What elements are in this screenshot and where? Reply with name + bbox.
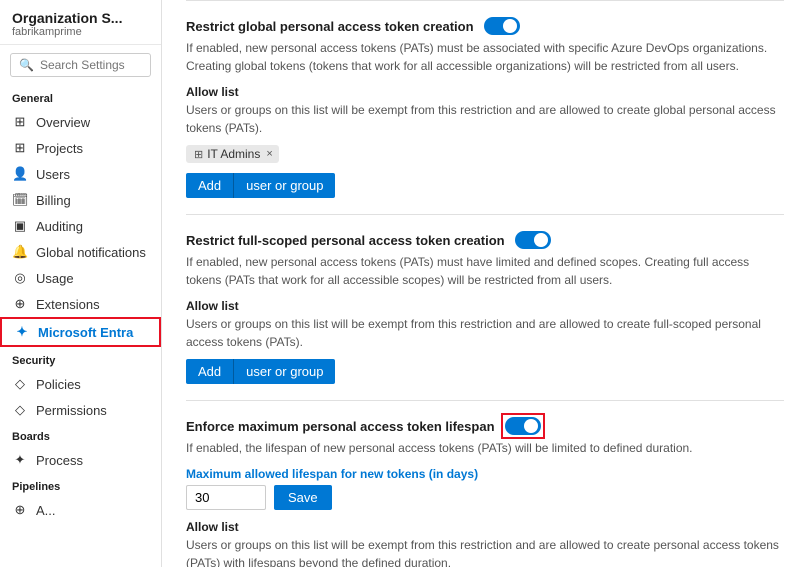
billing-icon: 🗓 [12, 192, 28, 208]
sidebar-item-auditing[interactable]: ▣ Auditing [0, 213, 161, 239]
section-title-enforce-max-lifespan: Enforce maximum personal access token li… [186, 417, 784, 435]
microsoft-entra-label: Microsoft Entra [38, 325, 133, 340]
process-icon: ✦ [12, 452, 28, 468]
sidebar-item-global-notifications[interactable]: 🔔 Global notifications [0, 239, 161, 265]
section-title-text-enforce-max-lifespan: Enforce maximum personal access token li… [186, 419, 495, 434]
add-btn-row-restrict-full-scoped-pat: Adduser or group [186, 359, 784, 384]
tag-it-admins: ⊞ IT Admins × [186, 145, 279, 163]
sidebar-item-billing[interactable]: 🗓 Billing [0, 187, 161, 213]
permissions-icon: ◇ [12, 402, 28, 418]
projects-label: Projects [36, 141, 83, 156]
allow-list-desc-restrict-global-pat: Users or groups on this list will be exe… [186, 101, 784, 137]
microsoft-entra-icon: ✦ [14, 324, 30, 340]
auditing-label: Auditing [36, 219, 83, 234]
add-button-restrict-full-scoped-pat[interactable]: Add [186, 359, 233, 384]
sidebar-item-usage[interactable]: ◎ Usage [0, 265, 161, 291]
policies-label: Policies [36, 377, 81, 392]
usage-icon: ◎ [12, 270, 28, 286]
tag-close-button[interactable]: × [266, 148, 272, 160]
auditing-icon: ▣ [12, 218, 28, 234]
allow-list-label-enforce-max-lifespan: Allow list [186, 520, 784, 534]
section-desc-enforce-max-lifespan: If enabled, the lifespan of new personal… [186, 439, 784, 457]
overview-label: Overview [36, 115, 90, 130]
section-enforce-max-lifespan: Enforce maximum personal access token li… [186, 401, 784, 567]
policies-icon: ◇ [12, 376, 28, 392]
overview-icon: ⊞ [12, 114, 28, 130]
lifespan-label: Maximum allowed lifespan for new tokens … [186, 467, 784, 481]
add-button-restrict-global-pat[interactable]: Add [186, 173, 233, 198]
org-name: Organization S... [12, 10, 149, 26]
agent-pools-icon: ⊕ [12, 502, 28, 518]
section-title-text-restrict-full-scoped-pat: Restrict full-scoped personal access tok… [186, 233, 505, 248]
agent-pools-label: A... [36, 503, 56, 518]
sidebar-item-permissions[interactable]: ◇ Permissions [0, 397, 161, 423]
sidebar-item-microsoft-entra[interactable]: ✦ Microsoft Entra [0, 317, 161, 347]
add-user-or-group-button-restrict-full-scoped-pat[interactable]: user or group [233, 359, 335, 384]
search-icon: 🔍 [19, 58, 34, 72]
lifespan-input[interactable] [186, 485, 266, 510]
sidebar-section-security: Security [0, 347, 161, 371]
section-title-text-restrict-global-pat: Restrict global personal access token cr… [186, 19, 474, 34]
sidebar-item-overview[interactable]: ⊞ Overview [0, 109, 161, 135]
sidebar-item-agent-pools[interactable]: ⊕ A... [0, 497, 161, 523]
org-header: Organization S... fabrikamprime [0, 0, 161, 45]
extensions-icon: ⊕ [12, 296, 28, 312]
add-user-or-group-button-restrict-global-pat[interactable]: user or group [233, 173, 335, 198]
sidebar-section-general: General [0, 85, 161, 109]
sidebar-section-pipelines: Pipelines [0, 473, 161, 497]
toggle-restrict-full-scoped-pat[interactable] [515, 231, 551, 249]
main-content: Restrict global personal access token cr… [162, 0, 808, 567]
save-button[interactable]: Save [274, 485, 332, 510]
section-restrict-global-pat: Restrict global personal access token cr… [186, 1, 784, 215]
users-label: Users [36, 167, 70, 182]
section-restrict-full-scoped-pat: Restrict full-scoped personal access tok… [186, 215, 784, 401]
tag-row-restrict-global-pat: ⊞ IT Admins × [186, 145, 784, 163]
sidebar-section-boards: Boards [0, 423, 161, 447]
sidebar-item-projects[interactable]: ⊞ Projects [0, 135, 161, 161]
sidebar-item-extensions[interactable]: ⊕ Extensions [0, 291, 161, 317]
process-label: Process [36, 453, 83, 468]
global-notifications-icon: 🔔 [12, 244, 28, 260]
lifespan-section: Maximum allowed lifespan for new tokens … [186, 467, 784, 510]
billing-label: Billing [36, 193, 71, 208]
users-icon: 👤 [12, 166, 28, 182]
projects-icon: ⊞ [12, 140, 28, 156]
sidebar: Organization S... fabrikamprime 🔍 Genera… [0, 0, 162, 567]
global-notifications-label: Global notifications [36, 245, 146, 260]
section-desc-restrict-global-pat: If enabled, new personal access tokens (… [186, 39, 784, 75]
permissions-label: Permissions [36, 403, 107, 418]
org-sub: fabrikamprime [12, 26, 149, 38]
add-btn-row-restrict-global-pat: Adduser or group [186, 173, 784, 198]
sidebar-item-process[interactable]: ✦ Process [0, 447, 161, 473]
tag-label: IT Admins [207, 147, 260, 161]
search-input[interactable] [40, 58, 142, 72]
allow-list-desc-restrict-full-scoped-pat: Users or groups on this list will be exe… [186, 315, 784, 351]
allow-list-desc-enforce-max-lifespan: Users or groups on this list will be exe… [186, 536, 784, 567]
lifespan-input-row: Save [186, 485, 784, 510]
section-title-restrict-full-scoped-pat: Restrict full-scoped personal access tok… [186, 231, 784, 249]
allow-list-label-restrict-full-scoped-pat: Allow list [186, 299, 784, 313]
usage-label: Usage [36, 271, 74, 286]
extensions-label: Extensions [36, 297, 100, 312]
toggle-restrict-global-pat[interactable] [484, 17, 520, 35]
search-box[interactable]: 🔍 [10, 53, 151, 77]
section-desc-restrict-full-scoped-pat: If enabled, new personal access tokens (… [186, 253, 784, 289]
toggle-enforce-max-lifespan[interactable] [505, 417, 541, 435]
sidebar-item-users[interactable]: 👤 Users [0, 161, 161, 187]
allow-list-label-restrict-global-pat: Allow list [186, 85, 784, 99]
tag-icon: ⊞ [194, 148, 203, 161]
main-sections: Restrict global personal access token cr… [186, 1, 784, 567]
section-title-restrict-global-pat: Restrict global personal access token cr… [186, 17, 784, 35]
sidebar-item-policies[interactable]: ◇ Policies [0, 371, 161, 397]
sidebar-nav: General ⊞ Overview ⊞ Projects 👤 Users 🗓 Billing ▣… [0, 85, 161, 523]
